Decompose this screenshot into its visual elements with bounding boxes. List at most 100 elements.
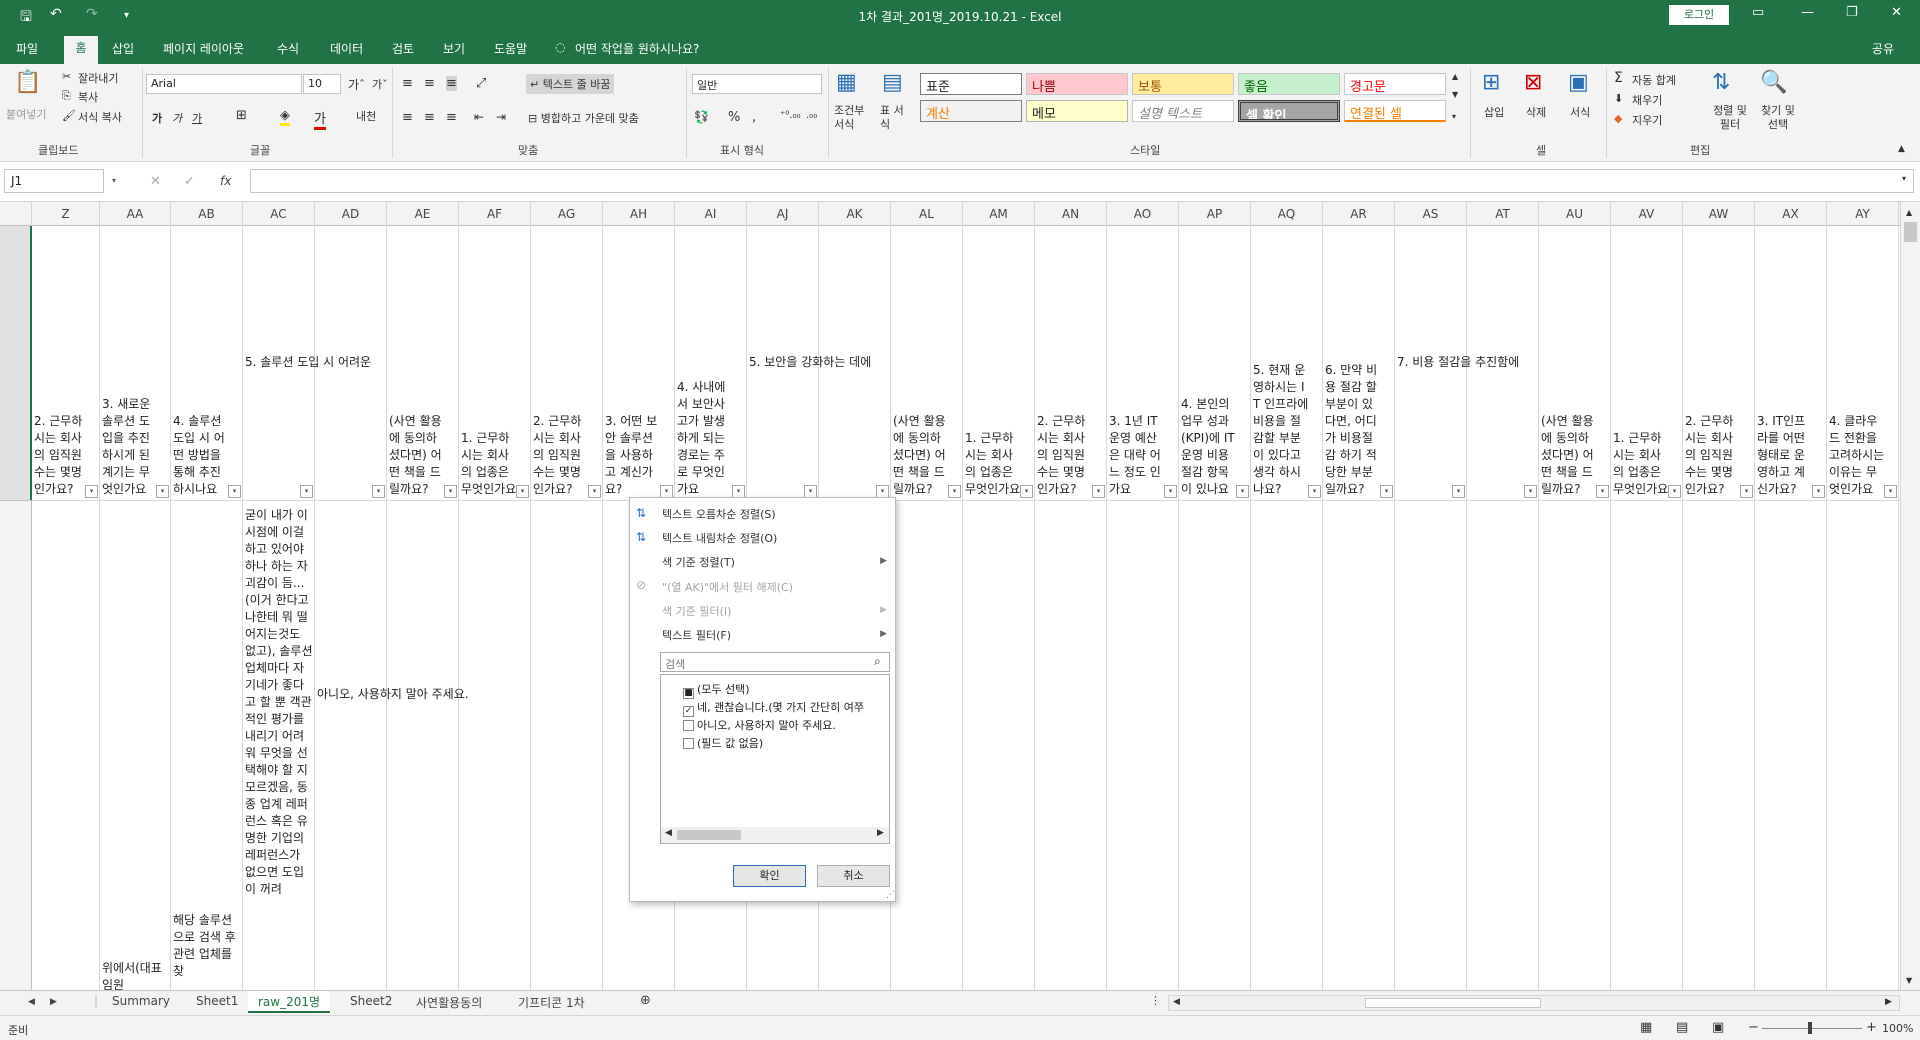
autosum-button[interactable]: 자동 합계: [1632, 72, 1676, 88]
checkbox-indeterminate-icon[interactable]: ■: [683, 688, 694, 699]
header-cell[interactable]: 7. 비용 절감을 추진함에 ▾ ▾: [1395, 226, 1539, 500]
find-select-icon[interactable]: 🔍: [1760, 70, 1787, 95]
tab-view[interactable]: 보기: [443, 40, 465, 57]
format-painter-icon[interactable]: 🖌: [62, 109, 76, 122]
tab-page-layout[interactable]: 페이지 레이아웃: [163, 40, 244, 57]
style-neutral[interactable]: 보통: [1132, 73, 1234, 95]
align-bottom-icon[interactable]: ≡: [446, 76, 457, 91]
header-cell[interactable]: 4. 솔루션 도입 시 어떤 방법을 통해 추진하시나요 ▾: [171, 226, 243, 500]
filter-dropdown-icon[interactable]: ▾: [1164, 485, 1177, 498]
cut-icon[interactable]: ✂: [62, 70, 71, 83]
header-cell[interactable]: 1. 근무하시는 회사의 업종은 무엇인가요 ▾: [963, 226, 1035, 500]
header-cell[interactable]: 3. 새로운 솔루션 도입을 추진하시게 된 계기는 무엇인가요 ▾: [100, 226, 171, 500]
filter-dropdown-icon[interactable]: ▾: [156, 485, 169, 498]
column-header[interactable]: AF: [459, 202, 531, 226]
paste-icon[interactable]: 📋: [14, 70, 41, 95]
merge-center-button[interactable]: ⊟ 병합하고 가운데 맞춤: [528, 110, 639, 126]
filter-dropdown-icon[interactable]: ▾: [300, 485, 313, 498]
comma-icon[interactable]: ,: [752, 110, 756, 125]
header-cell[interactable]: 4. 클라우드 전환을 고려하시는 이유는 무엇인가요 ▾: [1827, 226, 1899, 500]
percent-icon[interactable]: %: [728, 110, 740, 125]
filter-dropdown-icon[interactable]: ▾: [1668, 485, 1681, 498]
header-cell[interactable]: 3. IT인프라를 어떤 형태로 운영하고 계신가요? ▾: [1755, 226, 1827, 500]
header-cell[interactable]: 3. 1년 IT운영 예산은 대략 어느 정도 인가요 ▾: [1107, 226, 1179, 500]
normal-view-icon[interactable]: ▦: [1640, 1020, 1652, 1035]
header-cell[interactable]: 2. 근무하시는 회사의 임직원수는 몇명인가요? ▾: [1035, 226, 1107, 500]
delete-cells-icon[interactable]: ⊠: [1524, 70, 1542, 95]
header-cell[interactable]: 1. 근무하시는 회사의 업종은 무엇인가요 ▾: [1611, 226, 1683, 500]
column-header[interactable]: AQ: [1251, 202, 1323, 226]
horizontal-scrollbar[interactable]: ◀ ▶: [1168, 995, 1900, 1011]
data-cell[interactable]: 굳이 내가 이 시점에 이걸 하고 있어야 하나 하는 자괴감이 듬...(이거…: [243, 506, 315, 990]
autosum-icon[interactable]: Σ: [1614, 70, 1623, 86]
sort-filter-icon[interactable]: ⇅: [1712, 70, 1730, 95]
column-header[interactable]: AS: [1395, 202, 1467, 226]
filter-dropdown-icon[interactable]: ▾: [444, 485, 457, 498]
border-icon[interactable]: ⊞: [236, 108, 247, 123]
header-cell[interactable]: 2. 근무하시는 회사의 임직원수는 몇명인가요? ▾: [1683, 226, 1755, 500]
prev-sheet-icon[interactable]: ◀: [28, 997, 35, 1007]
copy-button[interactable]: 복사: [78, 89, 98, 105]
column-header[interactable]: AG: [531, 202, 603, 226]
font-name-select[interactable]: Arial: [146, 74, 302, 94]
align-right-icon[interactable]: ≡: [446, 110, 457, 125]
tab-help[interactable]: 도움말: [494, 40, 527, 57]
filter-dropdown-icon[interactable]: ▾: [1308, 485, 1321, 498]
filter-dropdown-icon[interactable]: ▾: [588, 485, 601, 498]
next-sheet-icon[interactable]: ▶: [50, 997, 57, 1007]
decrease-decimal-icon[interactable]: .₀₀: [806, 110, 817, 121]
close-icon[interactable]: ✕: [1891, 5, 1902, 20]
column-header[interactable]: AM: [963, 202, 1035, 226]
column-header[interactable]: AB: [171, 202, 243, 226]
tell-me-input[interactable]: 어떤 작업을 원하시나요?: [575, 40, 699, 57]
header-cell[interactable]: 4. 사내에서 보안사고가 발생하게 되는 경로는 주로 무엇인가요 ▾: [675, 226, 747, 500]
filter-value-item[interactable]: ✓ 네, 괜찮습니다.(몇 가지 간단히 여쭈: [683, 699, 864, 717]
conditional-format-icon[interactable]: ▦: [836, 70, 857, 95]
zoom-in-icon[interactable]: +: [1866, 1020, 1877, 1035]
column-header[interactable]: Z: [32, 202, 100, 226]
zoom-slider-thumb[interactable]: [1808, 1022, 1812, 1034]
filter-value-item[interactable]: ■ (모두 선택): [683, 681, 750, 699]
vertical-scrollbar[interactable]: ▲ ▼: [1900, 202, 1920, 990]
filter-by-color-item[interactable]: 색 기준 필터(I): [662, 603, 731, 619]
filter-dropdown-icon[interactable]: ▾: [516, 485, 529, 498]
decrease-indent-icon[interactable]: ⇤: [474, 110, 484, 124]
align-center-icon[interactable]: ≡: [424, 110, 435, 125]
font-size-select[interactable]: 10: [303, 74, 341, 94]
cut-button[interactable]: 잘라내기: [78, 70, 118, 86]
sheet-tab-consent[interactable]: 사연활용동의: [416, 994, 482, 1011]
restore-icon[interactable]: ❐: [1846, 5, 1858, 20]
scroll-left-icon[interactable]: ◀: [1173, 997, 1180, 1007]
share-button[interactable]: 공유: [1872, 40, 1894, 57]
collapse-ribbon-icon[interactable]: ▲: [1898, 144, 1905, 154]
tab-formulas[interactable]: 수식: [277, 40, 299, 57]
conditional-format-button[interactable]: 조건부 서식: [834, 104, 874, 132]
filter-dropdown-icon[interactable]: ▾: [372, 485, 385, 498]
column-header[interactable]: AC: [243, 202, 315, 226]
column-header[interactable]: AL: [891, 202, 963, 226]
data-cell[interactable]: 아니오, 사용하지 말아 주세요.: [315, 685, 515, 705]
style-bad[interactable]: 나쁨: [1026, 73, 1128, 95]
style-calculation[interactable]: 계산: [920, 100, 1022, 122]
header-cell[interactable]: 5. 현재 운영하시는 IT 인프라에 비용을 절감할 부분이 있다고 생각 하…: [1251, 226, 1323, 500]
number-format-select[interactable]: 일반: [692, 74, 822, 94]
filter-value-list[interactable]: ■ (모두 선택) ✓ 네, 괜찮습니다.(몇 가지 간단히 여쭈 아니오, 사용하…: [660, 674, 890, 844]
tab-review[interactable]: 검토: [392, 40, 414, 57]
select-all-corner[interactable]: [0, 202, 32, 226]
sheet-tab-sheet2[interactable]: Sheet2: [350, 994, 392, 1008]
accounting-format-icon[interactable]: 💱: [694, 110, 709, 124]
column-header[interactable]: AY: [1827, 202, 1899, 226]
scroll-down-icon[interactable]: ▼: [1906, 976, 1912, 985]
filter-dropdown-icon[interactable]: ▾: [1524, 485, 1537, 498]
find-select-button[interactable]: 찾기 및 선택: [1756, 104, 1800, 132]
phonetic-icon[interactable]: 내천: [356, 108, 376, 124]
orientation-icon[interactable]: ⤢: [476, 76, 486, 91]
column-header[interactable]: AI: [675, 202, 747, 226]
tab-home[interactable]: 홈: [64, 36, 98, 64]
fill-icon[interactable]: ⬇: [1614, 92, 1623, 105]
tab-data[interactable]: 데이터: [330, 40, 363, 57]
filter-dropdown-icon[interactable]: ▾: [228, 485, 241, 498]
filter-value-item[interactable]: (필드 값 없음): [683, 735, 763, 751]
column-header[interactable]: AP: [1179, 202, 1251, 226]
expand-formula-icon[interactable]: ▾: [1902, 174, 1906, 183]
